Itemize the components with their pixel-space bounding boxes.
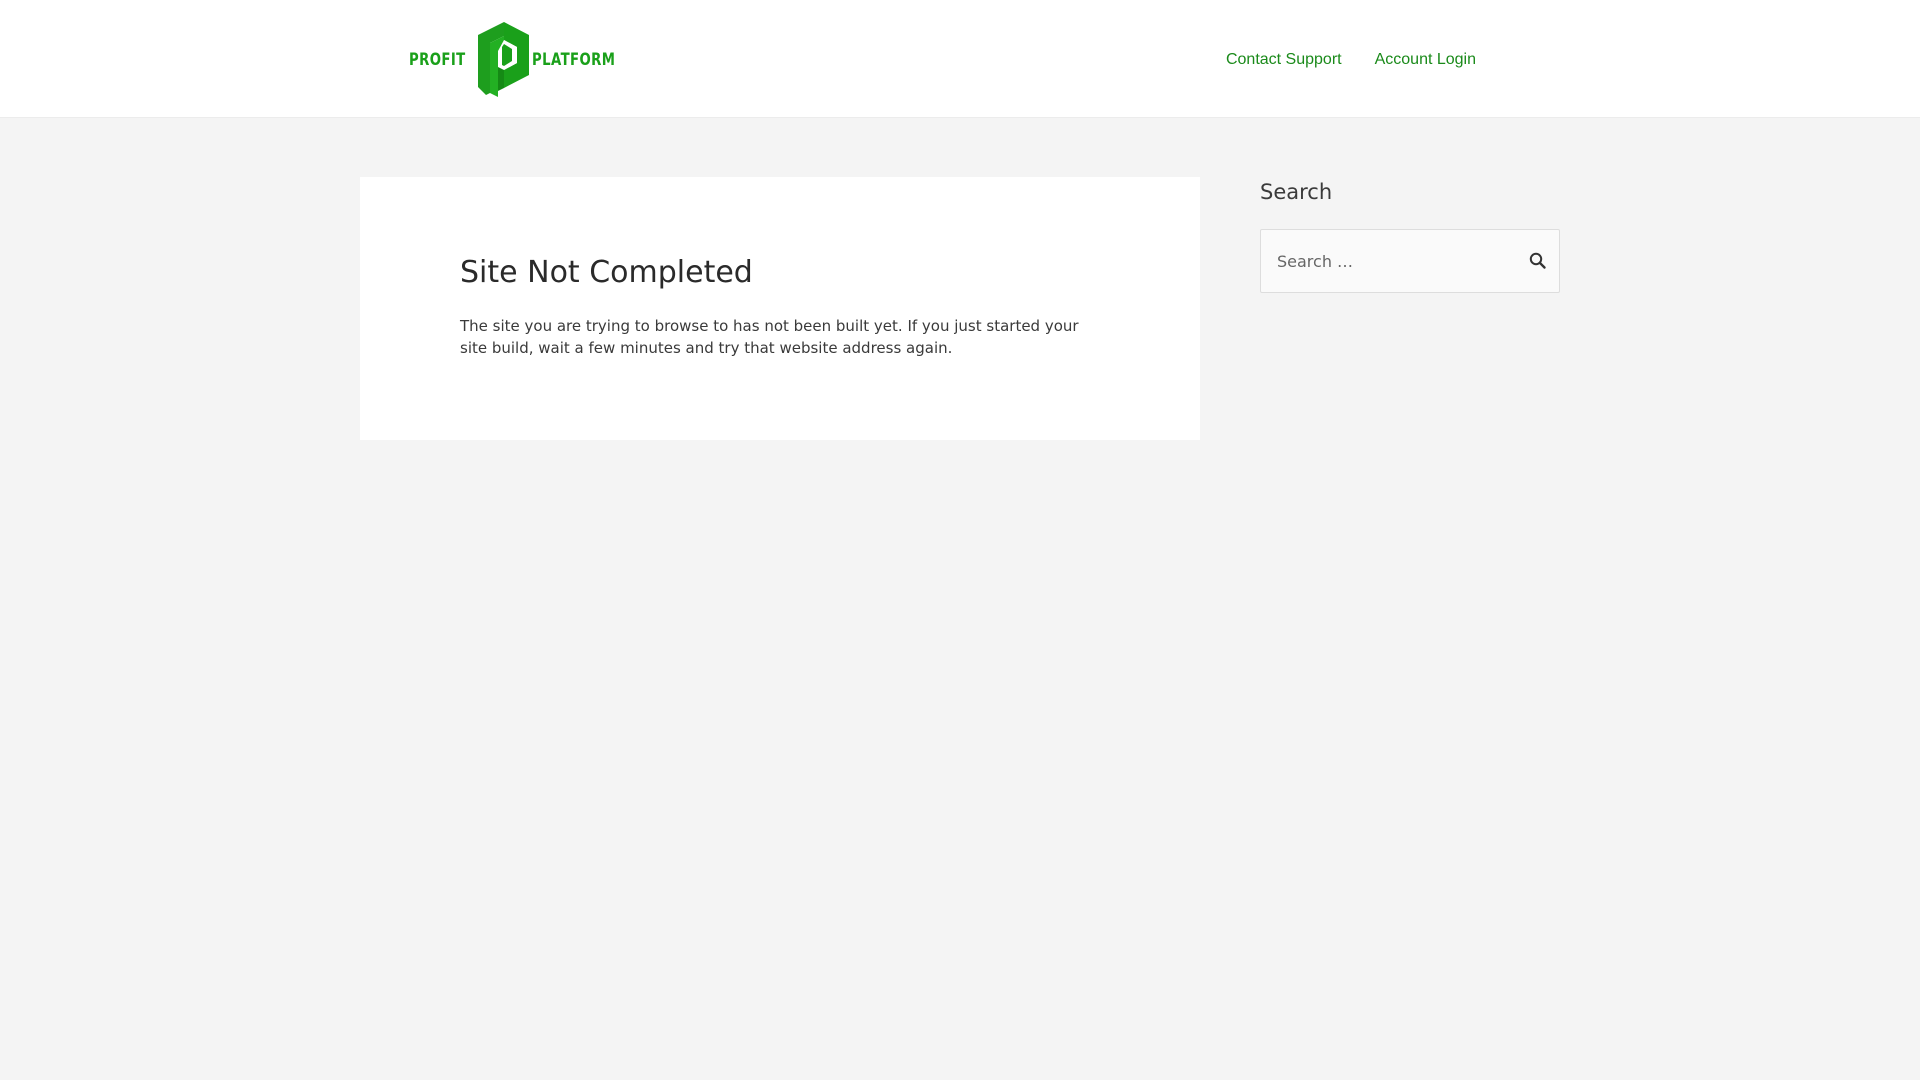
- search-icon: [1529, 252, 1546, 269]
- logo-word-left: PROFIT: [409, 50, 466, 70]
- nav-link-contact-support[interactable]: Contact Support: [1226, 48, 1342, 72]
- search-input[interactable]: [1261, 230, 1501, 292]
- content-card: Site Not Completed The site you are tryi…: [360, 177, 1200, 440]
- page-message: The site you are trying to browse to has…: [460, 317, 1079, 357]
- search-submit-button[interactable]: [1527, 250, 1549, 272]
- nav-link-account-login[interactable]: Account Login: [1375, 48, 1476, 72]
- search-widget-title: Search: [1260, 180, 1333, 204]
- site-logo[interactable]: PROFIT PLATFORM: [409, 21, 614, 99]
- header-nav: Contact Support Account Login: [1226, 48, 1476, 72]
- page-title: Site Not Completed: [460, 255, 753, 290]
- logo-word-right: PLATFORM: [531, 50, 615, 70]
- site-header: PROFIT PLATFORM Contact Support Account …: [0, 0, 1920, 118]
- profit-platform-p-logo-icon: [477, 22, 529, 97]
- search-form: [1260, 229, 1560, 293]
